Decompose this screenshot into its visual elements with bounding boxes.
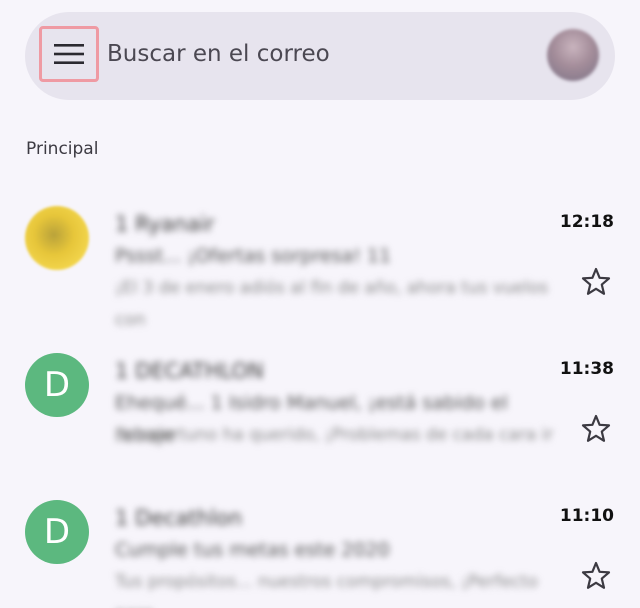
email-text: 1 Ryanair Pssst... ¡Ofertas sorpresa! 11…: [115, 208, 565, 330]
star-button[interactable]: [580, 560, 612, 592]
star-icon: [581, 414, 611, 442]
email-snippet: Es oportuno ha querido, ¡Problemas de ca…: [115, 425, 554, 445]
email-row[interactable]: 1 Ryanair Pssst... ¡Ofertas sorpresa! 11…: [0, 206, 640, 336]
sender-avatar[interactable]: D: [25, 500, 89, 564]
email-sender: 1 Ryanair: [115, 212, 215, 236]
email-snippet: Tus propósitos... nuestros compromisos, …: [115, 572, 538, 608]
email-row[interactable]: D 1 DECATHLON Ehequé... 1 Isidro Manuel,…: [0, 353, 640, 483]
email-snippet: ¡El 3 de enero adiós al fin de año, ahor…: [115, 278, 549, 330]
star-icon: [581, 267, 611, 295]
email-subject: Pssst... ¡Ofertas sorpresa! 11: [115, 245, 392, 267]
email-text: 1 DECATHLON Ehequé... 1 Isidro Manuel, ¡…: [115, 355, 565, 451]
email-sender: 1 DECATHLON: [115, 359, 264, 383]
star-button[interactable]: [580, 413, 612, 445]
account-avatar[interactable]: [547, 29, 599, 81]
email-time: 12:18: [559, 212, 614, 232]
sender-avatar[interactable]: [25, 206, 89, 270]
email-text: 1 Decathlon Cumple tus metas este 2020 T…: [115, 502, 565, 608]
search-bar[interactable]: Buscar en el correo: [25, 12, 615, 100]
star-icon: [581, 561, 611, 589]
email-subject: Ehequé... 1 Isidro Manuel, ¡está sabido …: [115, 392, 508, 446]
email-time: 11:10: [559, 506, 614, 526]
search-input[interactable]: Buscar en el correo: [107, 39, 330, 69]
section-label: Principal: [26, 139, 99, 159]
email-sender: 1 Decathlon: [115, 506, 243, 530]
email-subject: Cumple tus metas este 2020: [115, 539, 390, 561]
menu-button[interactable]: [39, 26, 99, 82]
hamburger-menu-icon: [54, 44, 84, 64]
star-button[interactable]: [580, 266, 612, 298]
gmail-inbox-screen: Buscar en el correo Principal 1 Ryanair …: [0, 0, 640, 608]
email-time: 11:38: [559, 359, 614, 379]
sender-avatar[interactable]: D: [25, 353, 89, 417]
email-row[interactable]: D 1 Decathlon Cumple tus metas este 2020…: [0, 500, 640, 608]
